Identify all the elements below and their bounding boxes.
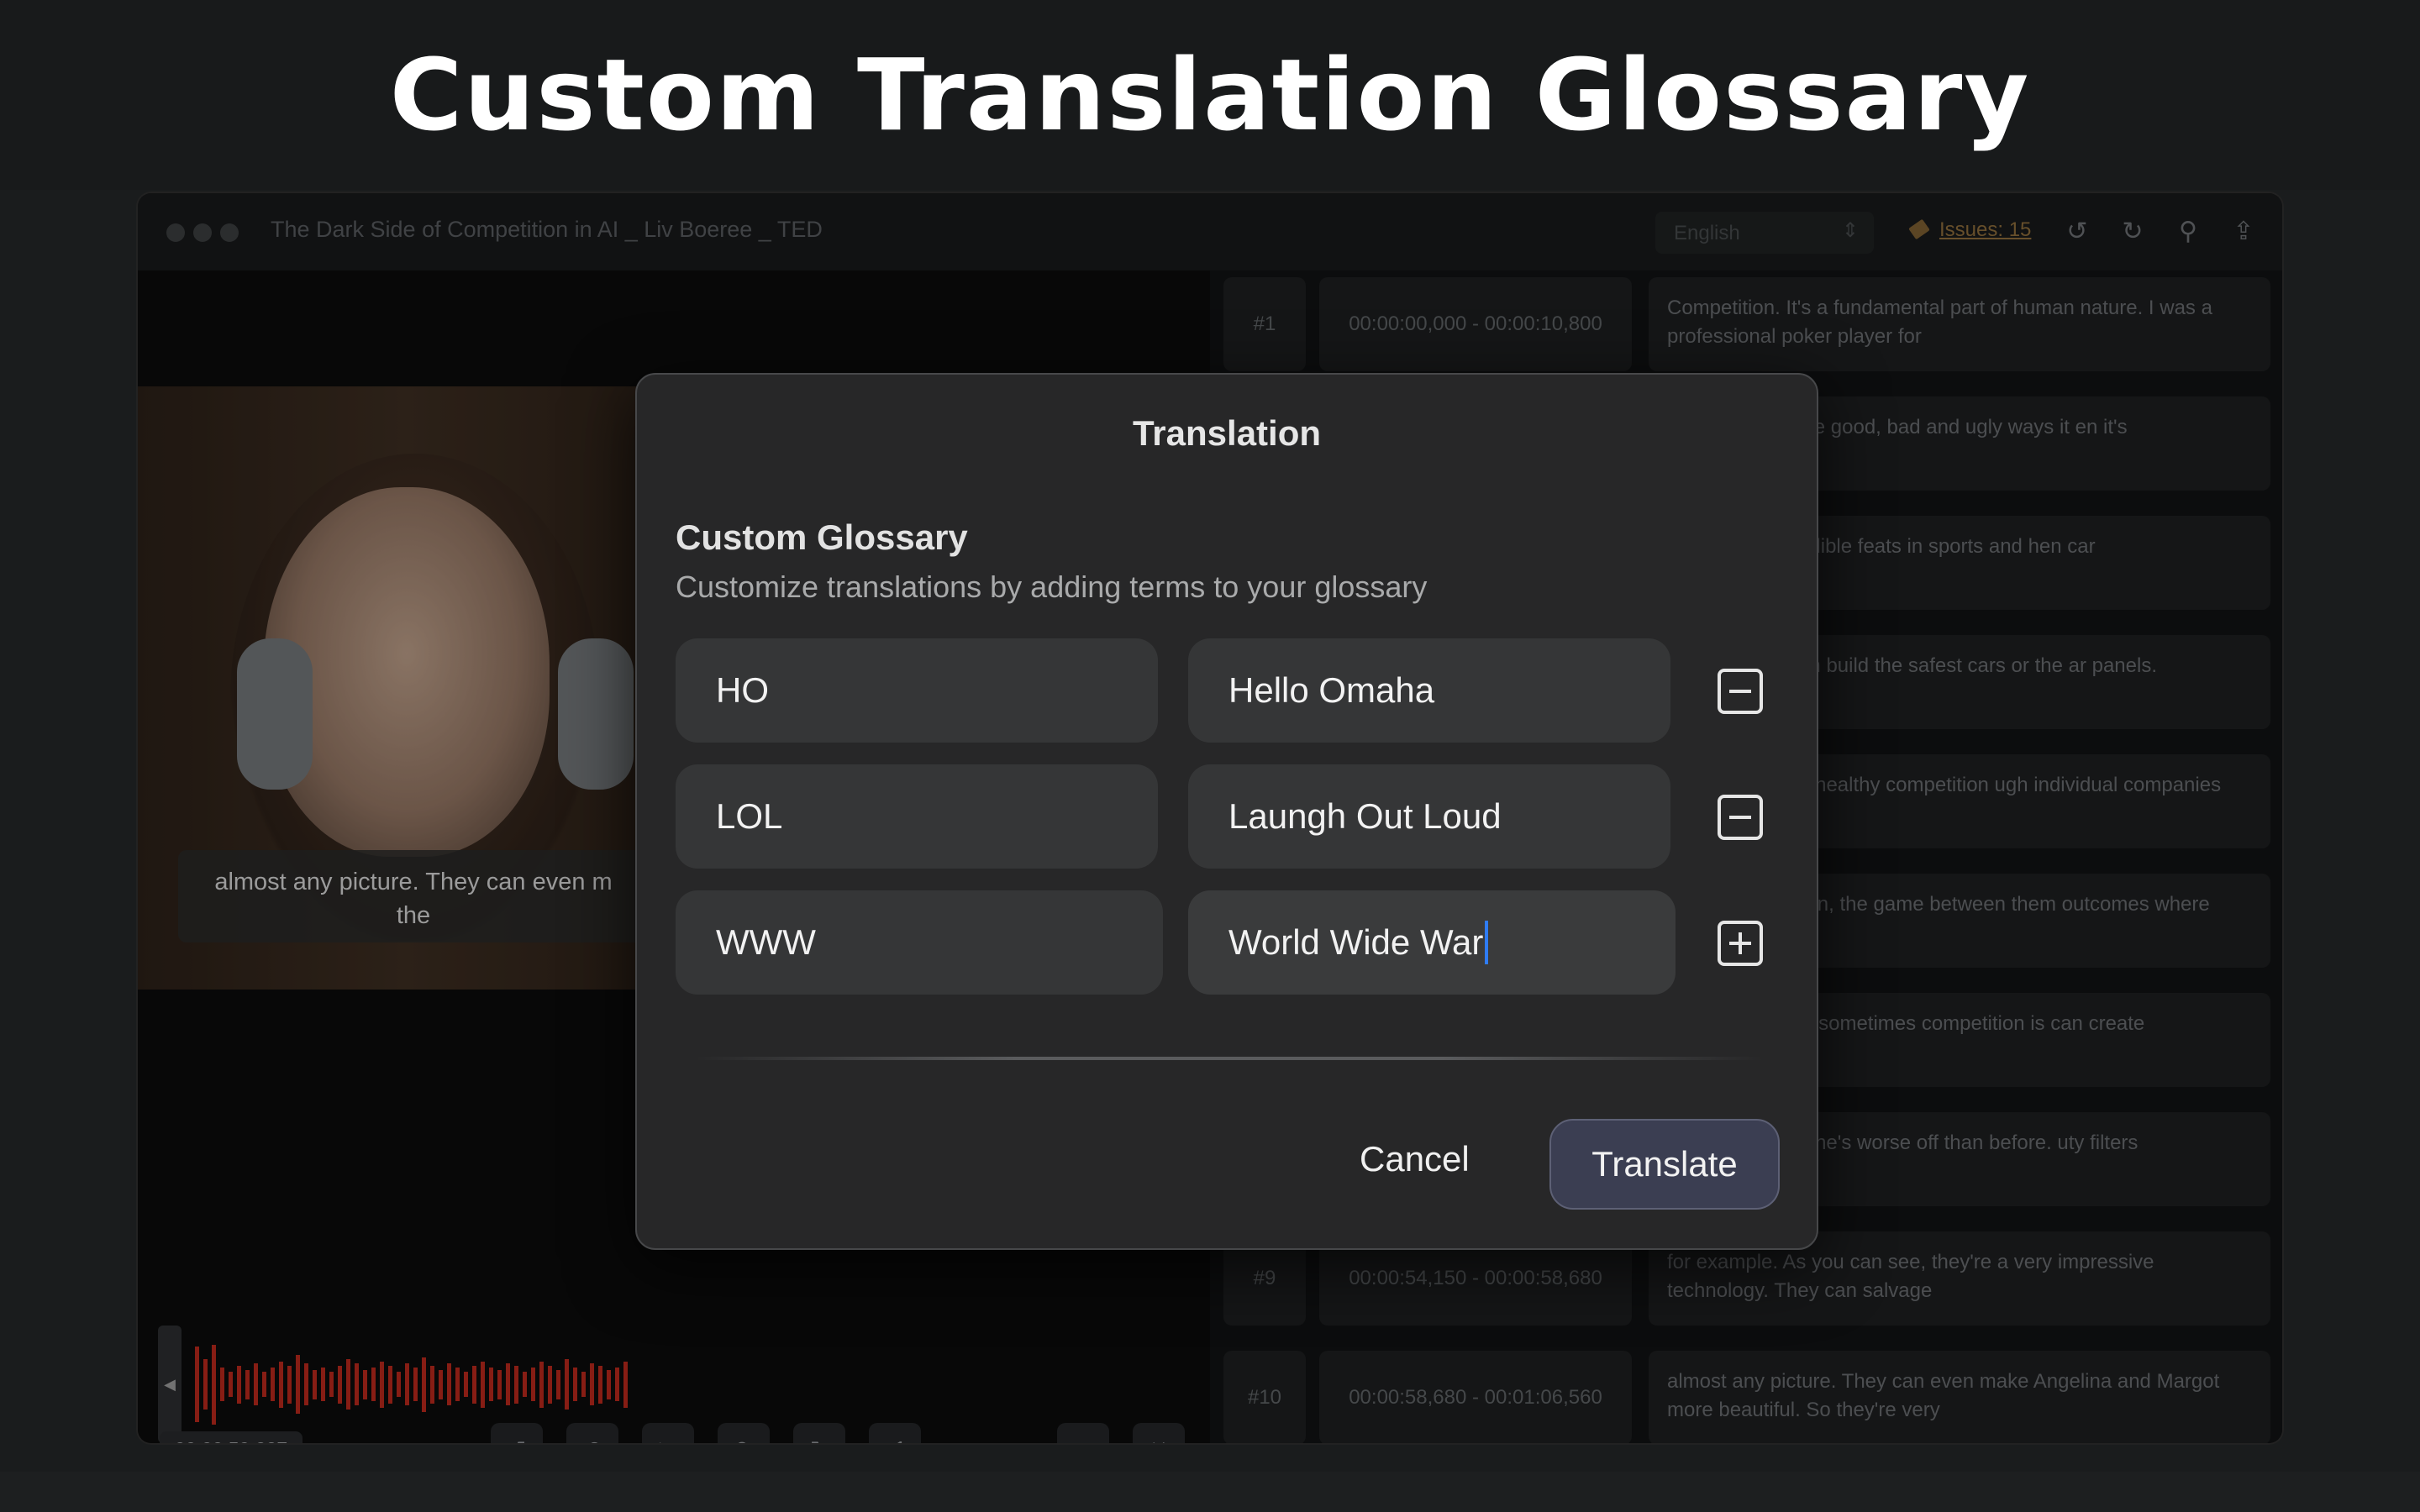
glossary-term-field[interactable]: WWW: [676, 890, 1163, 995]
translation-input-value: World Wide War: [1228, 922, 1484, 962]
dialog-title: Translation: [1132, 413, 1322, 453]
cancel-button[interactable]: Cancel: [1360, 1139, 1470, 1179]
dialog-divider: [696, 1057, 1763, 1060]
glossary-subtitle: Customize translations by adding terms t…: [676, 570, 1428, 604]
glossary-title: Custom Glossary: [676, 517, 968, 557]
bottom-strip: [0, 1472, 2420, 1512]
glossary-term-field[interactable]: HO: [676, 638, 1158, 743]
promo-banner: Custom Translation Glossary: [0, 0, 2420, 190]
glossary-term-field[interactable]: LOL: [676, 764, 1158, 869]
translate-button[interactable]: Translate: [1549, 1119, 1780, 1210]
remove-entry-icon[interactable]: [1718, 669, 1763, 714]
add-entry-icon[interactable]: [1718, 921, 1763, 966]
translation-dialog: Translation Custom Glossary Customize tr…: [635, 373, 1818, 1250]
glossary-translation-field[interactable]: Laungh Out Loud: [1188, 764, 1670, 869]
remove-entry-icon[interactable]: [1718, 795, 1763, 840]
text-caret: [1485, 920, 1489, 964]
glossary-translation-field-focused[interactable]: World Wide War: [1188, 890, 1676, 995]
glossary-translation-field[interactable]: Hello Omaha: [1188, 638, 1670, 743]
banner-title: Custom Translation Glossary: [389, 37, 2031, 153]
